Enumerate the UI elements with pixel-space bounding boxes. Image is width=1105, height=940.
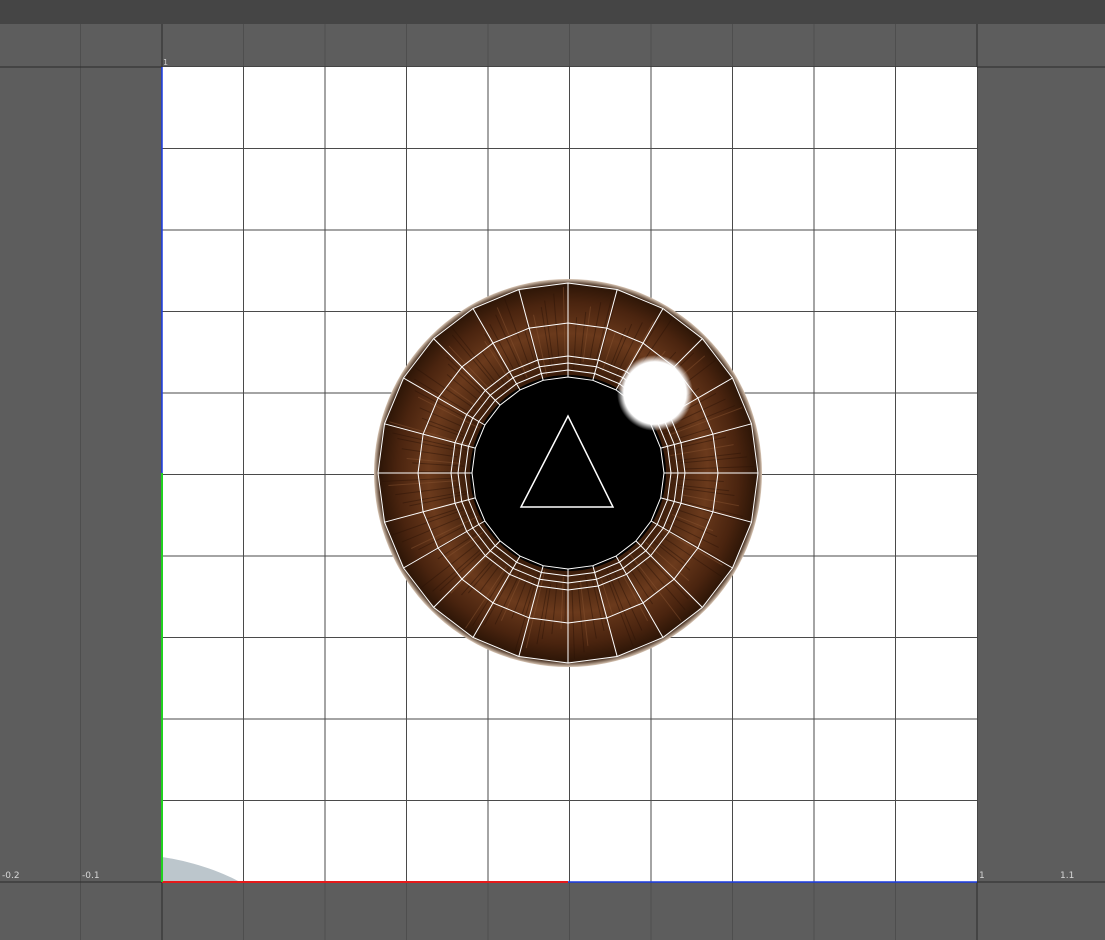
tick-label-1: 1 (979, 871, 985, 881)
tick-label-neg02: -0.2 (2, 871, 20, 881)
tick-label-neg01: -0.1 (82, 871, 100, 881)
highlight-glint (617, 355, 693, 431)
uv-editor-viewport[interactable]: -0.2 -0.1 1 1.1 1 (0, 24, 1105, 940)
uv-canvas[interactable] (0, 24, 1105, 940)
editor-toolbar (0, 0, 1105, 24)
iris-streak (418, 471, 469, 473)
corner-label-v1: 1 (163, 58, 169, 67)
tick-label-11: 1.1 (1060, 871, 1075, 881)
